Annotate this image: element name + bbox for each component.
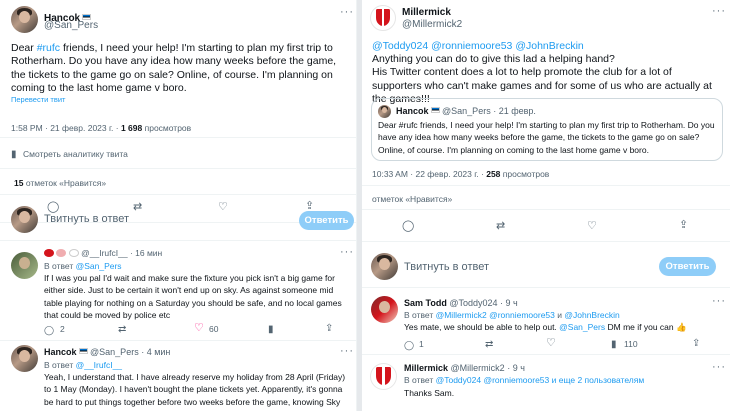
reply-text: Thanks Sam. <box>404 388 455 398</box>
divider <box>362 209 730 210</box>
avatar[interactable] <box>11 252 38 279</box>
author-handle[interactable]: @Millermick2 <box>402 19 462 30</box>
reply-time[interactable]: · 16 мин <box>130 248 162 258</box>
author-name[interactable]: Millermick <box>402 7 451 18</box>
red-circle-icon <box>44 249 54 257</box>
reply-button[interactable]: Ответить <box>299 211 354 230</box>
avatar <box>11 206 38 233</box>
divider <box>362 185 730 186</box>
reply-button[interactable]: Ответить <box>659 257 716 276</box>
more-icon[interactable]: ··· <box>712 295 726 307</box>
reply-icon[interactable]: ◯ <box>402 221 414 232</box>
translate-link[interactable]: Перевести твит <box>11 95 65 104</box>
reply-to-line: В ответ @__IrufcI__ <box>44 360 123 370</box>
more-icon[interactable]: ··· <box>712 5 726 17</box>
tweet-text: Dear #rufc friends, I need your help! I'… <box>11 42 337 95</box>
avatar <box>378 105 391 118</box>
quoted-author-name: Hancok <box>396 106 429 116</box>
mentions[interactable]: @Toddy024 @ronniemoore53 @JohnBreckin <box>372 40 584 53</box>
reply-to-line: В ответ @Millermick2 @ronniemoore53 и @J… <box>404 310 620 320</box>
reply-count: 1 <box>419 339 424 349</box>
reply-count: 2 <box>60 324 65 334</box>
reply-text: Yes mate, we should be able to help out.… <box>404 322 687 332</box>
divider <box>0 194 356 195</box>
like-count: 60 <box>209 324 219 334</box>
reply-time[interactable]: · 9 ч <box>507 363 525 373</box>
views-icon[interactable]: ▮ <box>611 339 617 350</box>
retweet-icon[interactable]: ⇄ <box>118 324 126 335</box>
views-count: 110 <box>624 339 638 349</box>
reply-author-handle[interactable]: @__IrufcI__ <box>81 248 127 258</box>
reply-icon[interactable]: ◯ <box>44 325 54 336</box>
club-logo-avatar[interactable] <box>370 5 396 31</box>
divider <box>362 241 730 242</box>
reply-text: If I was you pal I'd wait and make sure … <box>44 273 342 321</box>
white-circle-icon <box>68 249 79 257</box>
divider <box>362 354 730 355</box>
divider <box>0 240 356 241</box>
more-icon[interactable]: ··· <box>340 246 354 258</box>
like-icon[interactable]: ♡ <box>194 323 204 334</box>
right-tweet-panel: Millermick @Millermick2 ··· @Toddy024 @r… <box>362 0 730 411</box>
reply-to-line: В ответ @San_Pers <box>44 261 122 271</box>
retweet-icon[interactable]: ⇄ <box>133 202 142 213</box>
retweet-icon[interactable]: ⇄ <box>496 221 505 232</box>
author-handle[interactable]: @San_Pers <box>44 20 98 31</box>
avatar[interactable] <box>11 6 38 33</box>
more-icon[interactable]: ··· <box>712 361 726 373</box>
reply-icon[interactable]: ◯ <box>47 202 59 213</box>
view-analytics-link[interactable]: Смотреть аналитику твита <box>23 148 128 160</box>
reply-author-handle[interactable]: @San_Pers <box>90 347 139 357</box>
divider <box>0 168 356 169</box>
reply-author-name[interactable]: Hancok <box>44 347 77 357</box>
divider <box>0 340 356 341</box>
reply-author-handle[interactable]: @Toddy024 <box>449 298 497 308</box>
club-logo-avatar[interactable] <box>370 363 397 390</box>
reply-time[interactable]: · 4 мин <box>141 347 170 357</box>
likes-count[interactable]: 15 отметок «Нравится» <box>14 177 106 189</box>
divider <box>0 137 356 138</box>
estonia-flag-icon <box>430 107 440 113</box>
reply-author-name[interactable]: Sam Todd <box>404 298 447 308</box>
like-icon[interactable]: ♡ <box>218 202 228 213</box>
reply-time[interactable]: · 9 ч <box>500 298 518 308</box>
share-icon[interactable]: ⇪ <box>325 323 333 334</box>
quoted-author-handle: @San_Pers <box>442 106 491 116</box>
likes-count[interactable]: отметок «Нравится» <box>372 193 452 205</box>
quoted-date: · 21 февр. <box>493 106 536 116</box>
more-icon[interactable]: ··· <box>340 6 354 18</box>
estonia-flag-icon <box>78 348 88 354</box>
like-icon[interactable]: ♡ <box>546 338 556 349</box>
retweet-icon[interactable]: ⇄ <box>485 339 493 350</box>
reply-input[interactable]: Твитнуть в ответ <box>404 261 489 273</box>
reply-author-handle[interactable]: @Millermick2 <box>451 363 505 373</box>
reply-input[interactable]: Твитнуть в ответ <box>44 213 129 225</box>
hashtag-link[interactable]: #rufc <box>37 42 60 54</box>
divider <box>362 287 730 288</box>
like-icon[interactable]: ♡ <box>587 221 597 232</box>
reply-icon[interactable]: ◯ <box>404 340 414 351</box>
tweet-timestamp: 10:33 AM · 22 февр. 2023 г. · 258 просмо… <box>372 169 550 179</box>
views-icon[interactable]: ▮ <box>268 324 274 335</box>
share-icon[interactable]: ⇪ <box>692 338 700 349</box>
avatar <box>371 253 398 280</box>
share-icon[interactable]: ⇪ <box>679 220 688 231</box>
reply-author-name[interactable]: Millermick <box>404 363 448 373</box>
tweet-timestamp: 1:58 PM · 21 февр. 2023 г. · 1 698 просм… <box>11 123 192 133</box>
avatar[interactable] <box>11 345 38 372</box>
analytics-icon: ▮ <box>11 149 17 160</box>
quoted-text: Dear #rufc friends, I need your help! I'… <box>378 120 715 155</box>
quoted-tweet[interactable]: Hancok @San_Pers · 21 февр. Dear #rufc f… <box>371 98 723 161</box>
left-tweet-panel: Hancok @San_Pers ··· Dear #rufc friends,… <box>0 0 357 411</box>
more-icon[interactable]: ··· <box>340 345 354 357</box>
reply-text: Yeah, I understand that. I have already … <box>44 372 346 407</box>
reply-to-line: В ответ @Toddy024 @ronniemoore53 и еще 2… <box>404 375 645 385</box>
avatar[interactable] <box>371 296 398 323</box>
red-circle-icon <box>56 249 67 257</box>
